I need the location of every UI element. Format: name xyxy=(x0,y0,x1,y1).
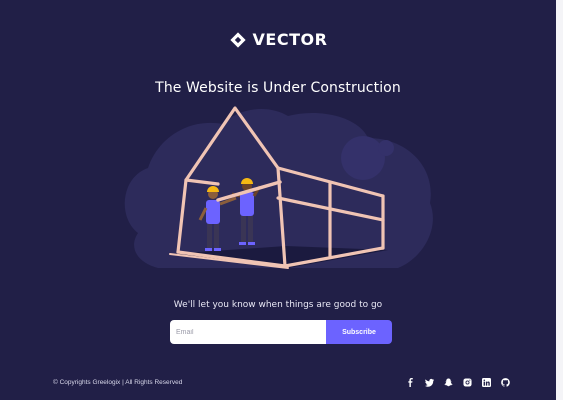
email-input[interactable] xyxy=(170,320,326,344)
github-icon[interactable] xyxy=(501,378,510,387)
subscribe-form: Subscribe xyxy=(170,320,392,344)
facebook-icon[interactable] xyxy=(406,378,415,387)
construction-page: VECTOR The Website is Under Construction xyxy=(0,0,556,400)
brand-name: VECTOR xyxy=(252,30,328,49)
page-title: The Website is Under Construction xyxy=(155,80,401,96)
copyright-text: © Copyrights Greelogix | All Rights Rese… xyxy=(53,379,183,386)
snapchat-icon[interactable] xyxy=(444,378,453,387)
notify-text: We'll let you know when things are good … xyxy=(173,300,383,310)
construction-illustration xyxy=(124,106,433,269)
social-links xyxy=(406,378,510,387)
linkedin-icon[interactable] xyxy=(482,378,491,387)
instagram-icon[interactable] xyxy=(463,378,472,387)
twitter-icon[interactable] xyxy=(425,378,434,387)
subscribe-button[interactable]: Subscribe xyxy=(326,320,392,344)
diamond-logo-icon xyxy=(229,31,246,48)
page-edge xyxy=(556,0,563,400)
brand-logo[interactable]: VECTOR xyxy=(0,30,556,49)
